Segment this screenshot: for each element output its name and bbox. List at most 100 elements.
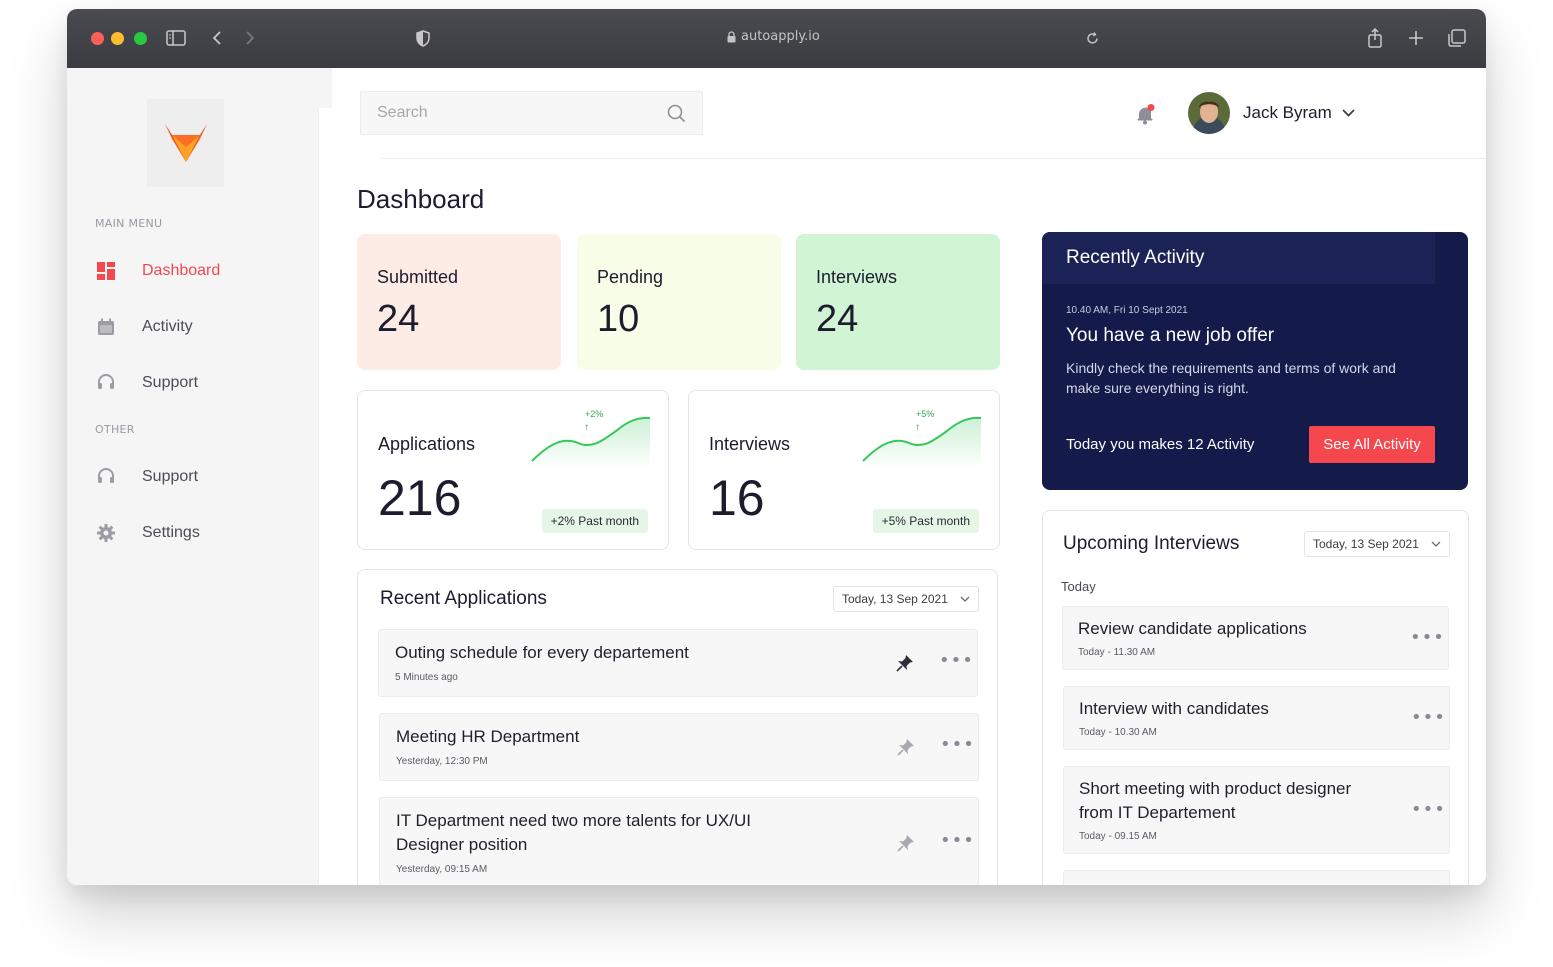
- interview-item[interactable]: Interview with candidates Today - 10.30 …: [1063, 686, 1450, 750]
- interview-item[interactable]: Short meeting with product designer from…: [1063, 766, 1450, 854]
- address-bar[interactable]: autoapply.io: [727, 29, 820, 44]
- forward-icon[interactable]: [243, 24, 257, 52]
- spark-change: +2%: [585, 409, 603, 419]
- date-select-value: Today, 13 Sep 2021: [1313, 537, 1419, 551]
- pin-icon[interactable]: [896, 737, 916, 757]
- up-arrow-icon: ↑: [584, 422, 589, 433]
- chevron-down-icon: [960, 596, 970, 602]
- user-menu[interactable]: Jack Byram: [1243, 103, 1355, 123]
- header-divider: [380, 158, 1486, 159]
- share-icon[interactable]: [1365, 24, 1385, 52]
- metric-card-applications[interactable]: Applications 216 +2% ↑ +2% Past month: [357, 390, 669, 550]
- activity-description: Kindly check the requirements and terms …: [1066, 360, 1396, 396]
- stat-label: Interviews: [816, 267, 898, 287]
- sidebar-item-label: Support: [142, 468, 199, 485]
- other-heading: OTHER: [95, 423, 135, 436]
- pin-icon[interactable]: [895, 653, 915, 673]
- sidebar-divider: [318, 108, 319, 885]
- more-options-icon[interactable]: •••: [940, 734, 975, 755]
- stat-card-submitted[interactable]: Submitted 24: [357, 234, 561, 370]
- change-badge: +5% Past month: [872, 509, 979, 533]
- calendar-icon: [95, 316, 117, 338]
- logo[interactable]: [147, 99, 224, 187]
- more-options-icon[interactable]: •••: [939, 650, 974, 671]
- upcoming-interviews-card: Upcoming Interviews Today, 13 Sep 2021 T…: [1042, 510, 1469, 885]
- headset-icon: [95, 372, 117, 394]
- item-title: IT Department need two more talents for …: [396, 811, 751, 854]
- maximize-window-button[interactable]: [134, 32, 147, 45]
- chevron-down-icon: [1431, 541, 1441, 547]
- avatar[interactable]: [1188, 92, 1230, 134]
- interview-item[interactable]: [1063, 870, 1450, 885]
- item-time: Yesterday, 12:30 PM: [396, 756, 488, 767]
- shield-icon[interactable]: [414, 24, 432, 52]
- sidebar-item-dashboard[interactable]: Dashboard: [95, 257, 220, 285]
- recent-applications-card: Recent Applications Today, 13 Sep 2021 O…: [357, 569, 998, 885]
- change-badge: +2% Past month: [541, 509, 648, 533]
- sparkline-chart: +5% ↑: [862, 409, 982, 469]
- interview-item[interactable]: Review candidate applications Today - 11…: [1062, 606, 1449, 670]
- more-options-icon[interactable]: •••: [940, 830, 975, 851]
- back-icon[interactable]: [210, 24, 224, 52]
- activity-headline: You have a new job offer: [1066, 325, 1275, 346]
- day-label: Today: [1061, 579, 1096, 594]
- item-title: Meeting HR Department: [396, 727, 580, 746]
- reload-icon[interactable]: [1084, 24, 1100, 52]
- sidebar-item-support[interactable]: Support: [95, 369, 198, 397]
- sidebar-item-support-other[interactable]: Support: [95, 463, 198, 491]
- card-title: Upcoming Interviews: [1063, 533, 1240, 554]
- browser-window: autoapply.io MAIN MENU Dashboard Activit…: [67, 9, 1486, 885]
- sidebar-item-label: Activity: [142, 318, 193, 335]
- search-icon[interactable]: [667, 104, 686, 123]
- dashboard-icon: [95, 260, 117, 282]
- item-title: Interview with candidates: [1079, 699, 1269, 718]
- stat-value: 24: [377, 298, 420, 340]
- item-time: 5 Minutes ago: [395, 672, 458, 683]
- item-title: Short meeting with product designer from…: [1079, 779, 1352, 822]
- list-item[interactable]: Outing schedule for every departement 5 …: [378, 629, 978, 697]
- tab-overview-icon[interactable]: [1447, 24, 1467, 52]
- minimize-window-button[interactable]: [111, 32, 124, 45]
- main-content: Search Jack Byram Dashboard Submitted 24…: [332, 68, 1486, 885]
- metric-label: Interviews: [709, 434, 791, 454]
- up-arrow-icon: ↑: [915, 422, 920, 433]
- more-options-icon[interactable]: •••: [1411, 799, 1446, 820]
- sidebar-item-label: Support: [142, 374, 199, 391]
- sidebar-item-label: Dashboard: [142, 262, 221, 279]
- item-time: Today - 09.15 AM: [1079, 831, 1157, 842]
- pin-icon[interactable]: [896, 833, 916, 853]
- main-menu-heading: MAIN MENU: [95, 217, 163, 230]
- sidebar-item-activity[interactable]: Activity: [95, 313, 193, 341]
- item-title: Review candidate applications: [1078, 619, 1307, 638]
- see-all-activity-button[interactable]: See All Activity: [1309, 426, 1435, 463]
- sidebar-toggle-icon[interactable]: [165, 24, 187, 52]
- stat-card-pending[interactable]: Pending 10: [577, 234, 781, 370]
- chevron-down-icon: [1342, 109, 1355, 117]
- spark-change: +5%: [916, 409, 934, 419]
- more-options-icon[interactable]: •••: [1411, 707, 1446, 728]
- date-select[interactable]: Today, 13 Sep 2021: [1304, 531, 1450, 557]
- stat-value: 10: [597, 298, 640, 340]
- lock-icon: [727, 30, 736, 42]
- new-tab-icon[interactable]: [1406, 24, 1426, 52]
- notification-bell-icon[interactable]: [1135, 103, 1157, 129]
- item-time: Today - 10.30 AM: [1079, 727, 1157, 738]
- metric-card-interviews[interactable]: Interviews 16 +5% ↑ +5% Past month: [688, 390, 1000, 550]
- list-item[interactable]: IT Department need two more talents for …: [379, 797, 979, 885]
- user-name: Jack Byram: [1243, 103, 1332, 122]
- sidebar-item-label: Settings: [142, 524, 200, 541]
- stat-label: Pending: [597, 267, 664, 287]
- more-options-icon[interactable]: •••: [1410, 627, 1445, 648]
- sparkline-chart: +2% ↑: [531, 409, 651, 469]
- search-input[interactable]: Search: [360, 91, 703, 135]
- sidebar-item-settings[interactable]: Settings: [95, 519, 200, 547]
- close-window-button[interactable]: [91, 32, 104, 45]
- card-title: Recent Applications: [380, 588, 547, 609]
- date-select[interactable]: Today, 13 Sep 2021: [833, 586, 979, 612]
- item-time: Yesterday, 09:15 AM: [396, 864, 488, 875]
- stat-card-interviews[interactable]: Interviews 24: [796, 234, 1000, 370]
- browser-toolbar: autoapply.io: [67, 9, 1486, 68]
- list-item[interactable]: Meeting HR Department Yesterday, 12:30 P…: [379, 713, 979, 781]
- metric-label: Applications: [378, 434, 476, 454]
- gear-icon: [95, 522, 117, 544]
